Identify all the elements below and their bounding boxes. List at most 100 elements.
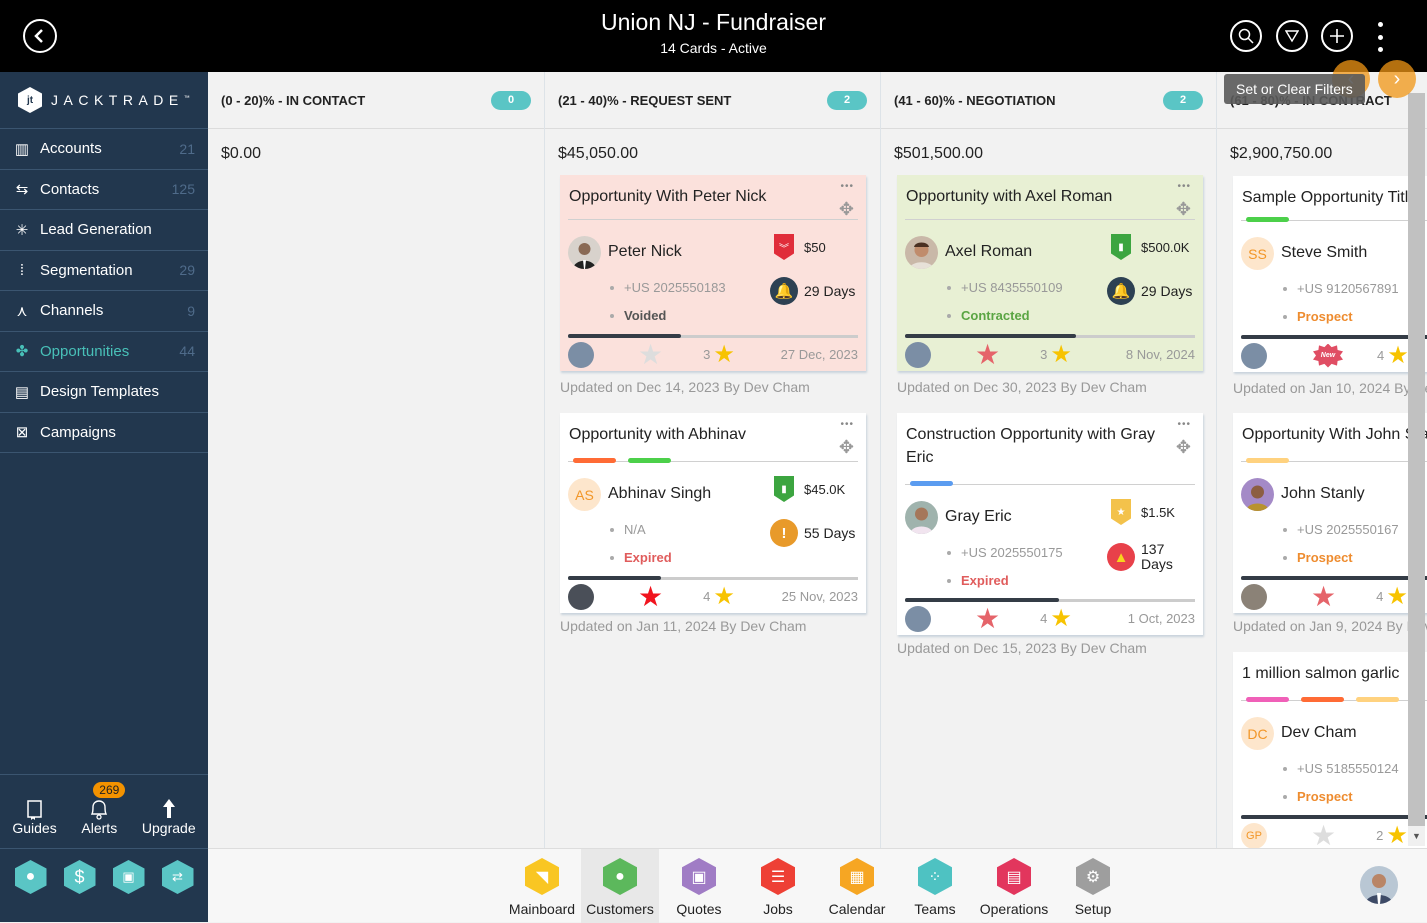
user-avatar[interactable]: [1360, 866, 1398, 904]
brand-logo[interactable]: jt JACKTRADE™: [0, 72, 208, 129]
quick-apps: ● $ ▣ ⇄: [0, 860, 208, 894]
guides-button[interactable]: Guides: [12, 788, 57, 836]
app-operations[interactable]: ▤ Operations: [975, 849, 1053, 923]
person-icon: ●: [25, 868, 36, 885]
close-date: 8 Nov, 2024: [1125, 347, 1195, 362]
more-options-button[interactable]: [1372, 22, 1388, 52]
app-customers[interactable]: ● Customers: [581, 849, 659, 923]
sidebar-item-accounts[interactable]: ▥ Accounts 21: [0, 129, 208, 170]
rating-value: 4: [703, 589, 711, 604]
card-title: Construction Opportunity with Gray Eric: [906, 426, 1155, 466]
column-in-contact: (0 - 20)% - IN CONTACT 0 $0.00: [208, 72, 545, 848]
rating-star-icon: ★: [1050, 340, 1072, 368]
app-setup[interactable]: ⚙ Setup: [1054, 849, 1132, 923]
warning-icon: !: [770, 519, 798, 547]
opportunity-card[interactable]: 1 million salmon garlic DC Dev Cham +US …: [1233, 652, 1427, 848]
column-title: (41 - 60)% - NEGOTIATION: [894, 92, 1056, 108]
column-total: $501,500.00: [894, 145, 983, 162]
sidebar-item-count: 9: [187, 302, 195, 319]
sidebar-item-channels[interactable]: ⋏ Channels 9: [0, 291, 208, 332]
sidebar-item-contacts[interactable]: ⇆ Contacts 125: [0, 170, 208, 210]
drag-handle-icon[interactable]: ✥: [839, 437, 854, 458]
progress-bar: [905, 598, 1195, 602]
quick-app-dollar[interactable]: $: [63, 860, 96, 894]
app-label: Quotes: [676, 901, 722, 917]
add-icon: [1330, 29, 1344, 43]
opportunity-status: Voided: [608, 302, 726, 330]
sidebar-tools: Guides 269 Alerts Upgrade: [0, 774, 208, 849]
scroll-down-arrow[interactable]: ▼: [1408, 826, 1425, 846]
scroll-right-button[interactable]: ›: [1378, 60, 1416, 98]
priority-star-icon[interactable]: ★: [1311, 582, 1336, 611]
money-icon: ▣: [122, 869, 135, 884]
search-button[interactable]: [1230, 20, 1262, 52]
app-jobs[interactable]: ☰ Jobs: [739, 849, 817, 923]
app-label: Customers: [586, 901, 654, 917]
updated-info: Updated on Dec 15, 2023 By Dev Cham: [897, 640, 1147, 656]
calendar-icon: ▦: [840, 858, 874, 895]
drag-handle-icon[interactable]: ✥: [1176, 199, 1191, 220]
rating-value: 4: [1040, 611, 1048, 626]
workflow-icon: ⇄: [172, 869, 183, 884]
opportunity-card[interactable]: Sample Opportunity Title SS Steve Smith …: [1233, 176, 1427, 372]
drag-handle-icon[interactable]: ✥: [839, 199, 854, 220]
sidebar-item-design-templates[interactable]: ▤ Design Templates: [0, 372, 208, 413]
days-unit: Days: [1141, 556, 1173, 572]
priority-star-icon[interactable]: ★: [638, 340, 663, 369]
contact-name: Gray Eric: [945, 508, 1012, 525]
card-menu-icon[interactable]: •••: [840, 181, 854, 192]
sidebar-item-lead-generation[interactable]: ✳ Lead Generation: [0, 210, 208, 251]
opportunity-card[interactable]: Opportunity With John Stanly John Stanly…: [1233, 413, 1427, 613]
vertical-scrollbar[interactable]: [1408, 93, 1425, 833]
card-menu-icon[interactable]: •••: [1177, 419, 1191, 430]
dollar-icon: $: [74, 866, 85, 887]
priority-star-icon[interactable]: ★: [975, 604, 1000, 633]
app-teams[interactable]: ⁘ Teams: [896, 849, 974, 923]
column-count-badge: 2: [827, 90, 867, 110]
priority-star-icon[interactable]: ★: [975, 340, 1000, 369]
contact-name: Dev Cham: [1281, 724, 1357, 741]
alerts-button[interactable]: 269 Alerts: [81, 781, 126, 836]
opportunity-card[interactable]: Opportunity With Peter Nick ••• ✥ Peter …: [560, 175, 866, 371]
owner-avatar: GP: [1241, 822, 1267, 848]
book-icon: [26, 799, 42, 820]
sidebar-item-count: 125: [171, 181, 195, 198]
chevron-right-icon: ›: [1393, 67, 1401, 90]
priority-star-icon[interactable]: ★: [638, 582, 663, 611]
card-title: Opportunity with Abhinav: [569, 426, 746, 443]
opportunity-card[interactable]: Opportunity with Abhinav ••• ✥ AS Abhina…: [560, 413, 866, 613]
card-menu-icon[interactable]: •••: [1177, 181, 1191, 192]
upgrade-button[interactable]: Upgrade: [142, 788, 196, 836]
filter-tooltip: Set or Clear Filters: [1224, 74, 1365, 104]
sidebar-item-opportunities[interactable]: ✤ Opportunities 44: [0, 332, 208, 372]
sidebar-item-campaigns[interactable]: ⊠ Campaigns: [0, 413, 208, 453]
app-calendar[interactable]: ▦ Calendar: [818, 849, 896, 923]
opportunity-status: Expired: [608, 544, 672, 572]
filter-button[interactable]: [1276, 20, 1308, 52]
opportunity-status: Prospect: [1281, 544, 1399, 572]
contact-phone: +US 9120567891: [1281, 275, 1399, 303]
opportunity-card[interactable]: Opportunity with Axel Roman ••• ✥ Axel R…: [897, 175, 1203, 371]
app-quotes[interactable]: ▣ Quotes: [660, 849, 738, 923]
rating-star-icon: ★: [1386, 582, 1408, 610]
opportunity-status: Contracted: [945, 302, 1063, 330]
quick-app-money[interactable]: ▣: [112, 860, 145, 894]
priority-star-icon[interactable]: ★: [1311, 821, 1336, 848]
sidebar-item-segmentation[interactable]: ⁞ Segmentation 29: [0, 251, 208, 291]
quick-app-person[interactable]: ●: [14, 860, 47, 894]
opportunity-card[interactable]: Construction Opportunity with Gray Eric …: [897, 413, 1203, 635]
drag-handle-icon[interactable]: ✥: [1176, 437, 1191, 458]
rating-star-icon: ★: [1050, 604, 1072, 632]
rating-value: 3: [703, 347, 711, 362]
card-menu-icon[interactable]: •••: [840, 419, 854, 430]
add-button[interactable]: [1321, 20, 1353, 52]
app-label: Operations: [979, 901, 1049, 917]
progress-bar: [1241, 815, 1427, 819]
trademark: ™: [183, 95, 190, 102]
app-mainboard[interactable]: ◥ Mainboard: [503, 849, 581, 923]
guides-label: Guides: [12, 819, 57, 836]
setup-gear-icon: ⚙: [1076, 858, 1110, 895]
kanban-board: (0 - 20)% - IN CONTACT 0 $0.00 (21 - 40)%…: [208, 72, 1427, 848]
quick-app-workflow[interactable]: ⇄: [161, 860, 194, 894]
opportunity-amount: $45.0K: [804, 481, 846, 497]
